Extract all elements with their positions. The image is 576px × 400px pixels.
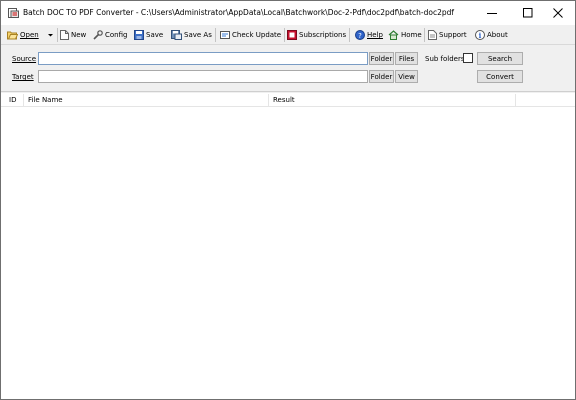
target-folder-button[interactable]: Folder [369,70,394,83]
toolbar-separator [349,28,350,42]
window-title: Batch DOC TO PDF Converter - C:\Users\Ad… [23,8,455,17]
source-label: Source [12,55,37,63]
open-dropdown-button[interactable] [47,28,56,42]
minimize-button[interactable] [475,1,509,25]
toolbar-separator [424,28,425,42]
home-icon [388,30,399,40]
svg-text:i: i [479,31,482,40]
source-folder-button[interactable]: Folder [369,52,394,65]
subscriptions-icon [287,30,297,40]
file-list[interactable]: ID File Name Result [1,93,575,399]
conversion-form: Source Folder Files Sub folders Search T… [1,46,575,92]
wrench-icon [93,30,103,40]
source-files-button[interactable]: Files [395,52,418,65]
open-button[interactable]: Open [7,28,39,42]
save-button[interactable]: Save [134,28,163,42]
subfolders-label: Sub folders [425,55,465,63]
title-bar[interactable]: Batch DOC TO PDF Converter - C:\Users\Ad… [1,1,575,25]
svg-text:?: ? [358,32,362,40]
toolbar-separator [284,28,285,42]
toolbar-separator [57,28,58,42]
floppy-disk-icon [134,30,144,40]
folder-open-icon [7,31,18,40]
help-button[interactable]: ? Help [355,28,383,42]
new-document-icon [60,30,69,40]
app-window: Batch DOC TO PDF Converter - C:\Users\Ad… [0,0,576,400]
maximize-icon [523,8,533,18]
close-icon [553,8,563,18]
column-header-file-name[interactable]: File Name [28,96,63,104]
source-input[interactable] [38,52,368,65]
close-button[interactable] [541,1,575,25]
subscriptions-button[interactable]: Subscriptions [287,28,346,42]
search-button[interactable]: Search [477,52,523,65]
config-button[interactable]: Config [93,28,127,42]
about-button[interactable]: i About [475,28,508,42]
support-icon [428,30,437,40]
home-button[interactable]: Home [388,28,422,42]
view-button[interactable]: View [395,70,418,83]
save-as-button[interactable]: Save As [171,28,212,42]
column-header-id[interactable]: ID [9,96,16,104]
new-button[interactable]: New [60,28,86,42]
check-update-button[interactable]: Check Update [220,28,281,42]
column-divider[interactable] [515,94,516,106]
support-button[interactable]: Support [428,28,467,42]
update-icon [220,31,230,39]
info-icon: i [475,30,485,40]
convert-button[interactable]: Convert [477,70,523,83]
minimize-icon [487,13,497,14]
column-divider[interactable] [268,94,269,106]
list-header: ID File Name Result [1,93,575,107]
maximize-button[interactable] [511,1,545,25]
column-divider[interactable] [23,94,24,106]
pdf-app-icon [8,8,19,18]
toolbar: Open New Config Save Save As Check Updat… [1,25,575,45]
target-input[interactable] [38,70,368,83]
save-as-icon [171,30,182,40]
column-header-result[interactable]: Result [273,96,295,104]
subfolders-checkbox[interactable] [463,53,473,63]
chevron-down-icon [48,34,53,37]
help-icon: ? [355,30,365,40]
toolbar-separator [215,28,216,42]
target-label: Target [12,73,34,81]
